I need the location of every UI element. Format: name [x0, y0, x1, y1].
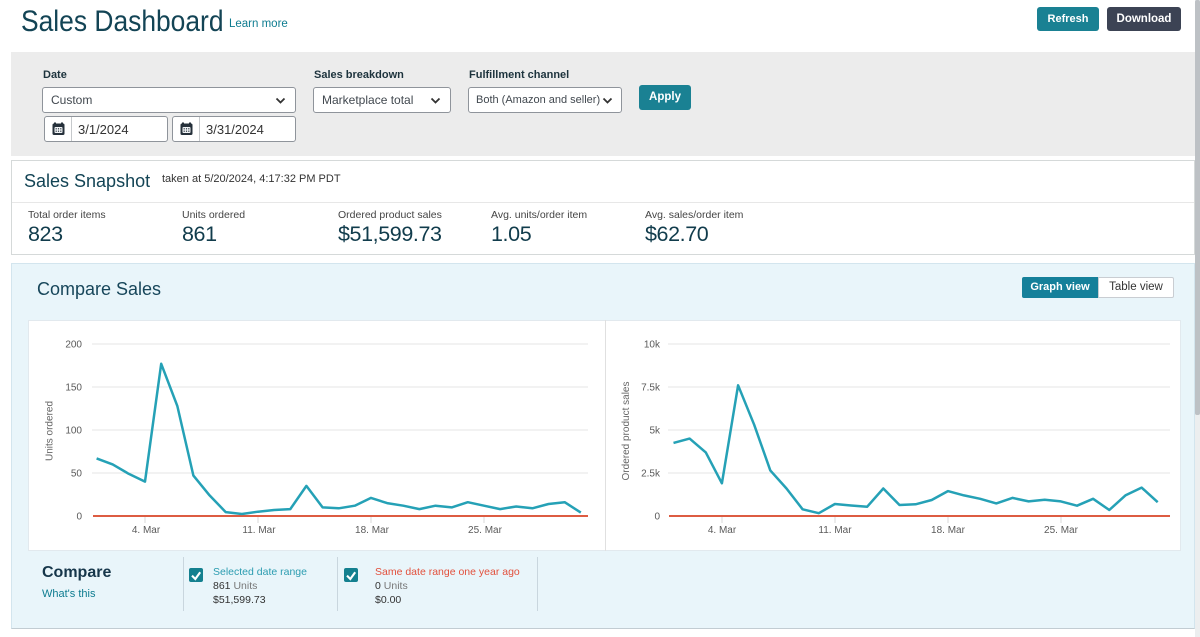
svg-text:18. Mar: 18. Mar — [931, 525, 966, 536]
svg-text:10k: 10k — [644, 340, 661, 351]
svg-text:25. Mar: 25. Mar — [468, 525, 503, 536]
svg-text:50: 50 — [71, 469, 83, 480]
svg-text:5k: 5k — [649, 426, 661, 437]
svg-text:11. Mar: 11. Mar — [242, 525, 276, 536]
svg-text:150: 150 — [65, 383, 82, 394]
svg-text:25. Mar: 25. Mar — [1044, 525, 1079, 536]
svg-text:2.5k: 2.5k — [641, 469, 661, 480]
svg-text:4. Mar: 4. Mar — [708, 525, 737, 536]
svg-text:7.5k: 7.5k — [641, 383, 661, 394]
svg-text:0: 0 — [654, 512, 660, 523]
svg-text:11. Mar: 11. Mar — [818, 525, 852, 536]
svg-text:100: 100 — [65, 426, 82, 437]
svg-text:Ordered product sales: Ordered product sales — [621, 382, 632, 481]
svg-text:200: 200 — [65, 340, 82, 351]
svg-text:0: 0 — [76, 512, 82, 523]
svg-text:Units ordered: Units ordered — [45, 401, 56, 461]
svg-text:18. Mar: 18. Mar — [355, 525, 390, 536]
svg-text:4. Mar: 4. Mar — [132, 525, 161, 536]
